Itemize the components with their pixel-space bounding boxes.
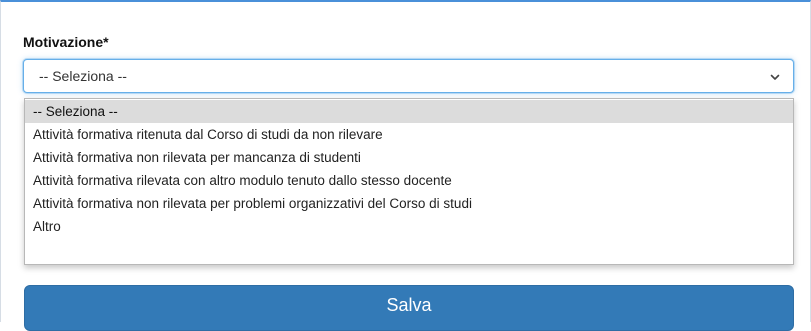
motivazione-select[interactable]: -- Seleziona --: [23, 59, 794, 93]
save-button[interactable]: Salva: [24, 285, 794, 331]
dropdown-option-altro[interactable]: Altro: [25, 215, 793, 238]
dropdown-option-ritenuta-da-non-rilevare[interactable]: Attività formativa ritenuta dal Corso di…: [25, 123, 793, 146]
dropdown-option-altro-modulo[interactable]: Attività formativa rilevata con altro mo…: [25, 169, 793, 192]
dropdown-option-problemi-organizzativi[interactable]: Attività formativa non rilevata per prob…: [25, 192, 793, 215]
motivazione-dropdown-list: -- Seleziona -- Attività formativa riten…: [24, 98, 794, 265]
motivazione-label: Motivazione*: [23, 34, 109, 50]
dropdown-option-seleziona[interactable]: -- Seleziona --: [25, 100, 793, 123]
dropdown-option-mancanza-studenti[interactable]: Attività formativa non rilevata per manc…: [25, 146, 793, 169]
select-current-value: -- Seleziona --: [39, 68, 127, 84]
form-panel: Motivazione* -- Seleziona -- -- Selezion…: [0, 0, 811, 331]
chevron-down-icon[interactable]: [769, 71, 781, 83]
